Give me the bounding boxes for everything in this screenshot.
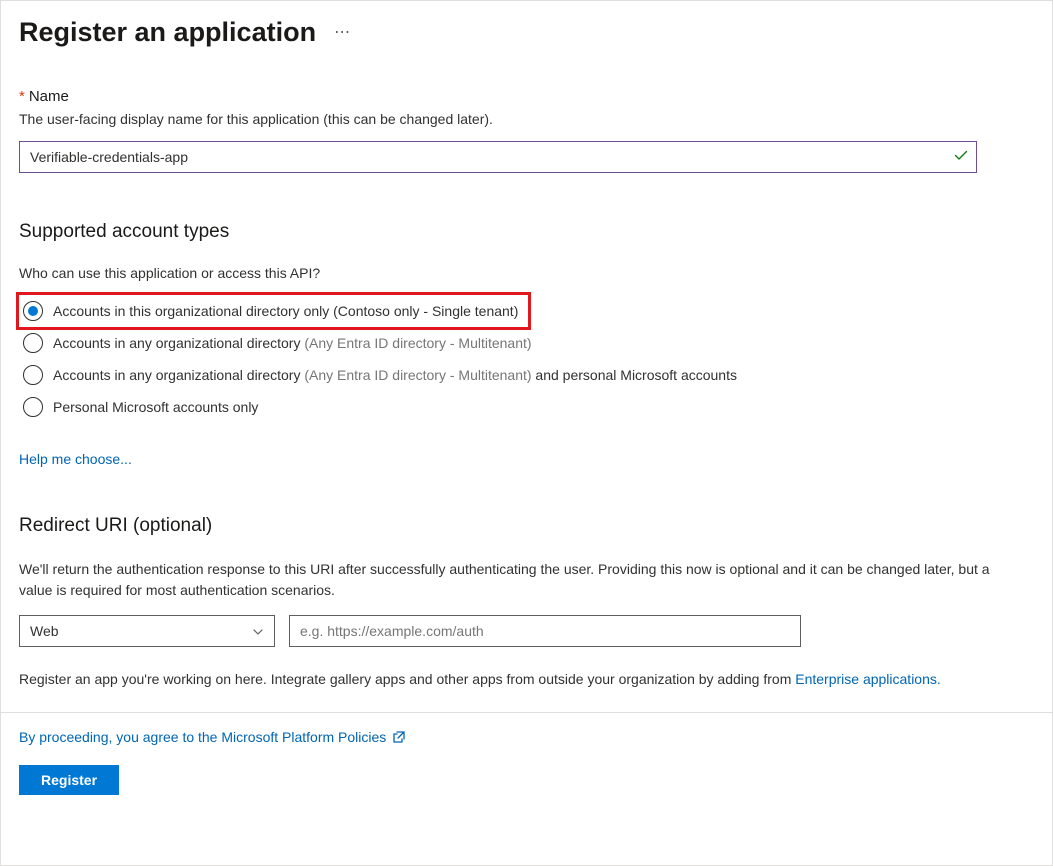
name-input[interactable] [19, 141, 977, 173]
radio-icon[interactable] [23, 365, 43, 385]
footer-note-prefix: Register an app you're working on here. … [19, 671, 795, 687]
chevron-down-icon [252, 625, 264, 637]
redirect-uri-input[interactable] [289, 615, 801, 647]
platform-select[interactable]: Web [19, 615, 275, 647]
account-types-sub: Who can use this application or access t… [19, 265, 1034, 281]
radio-label: Personal Microsoft accounts only [53, 398, 258, 416]
radio-icon[interactable] [23, 397, 43, 417]
redirect-uri-description: We'll return the authentication response… [19, 559, 999, 601]
radio-icon[interactable] [23, 301, 43, 321]
more-icon[interactable]: ⋯ [330, 21, 355, 45]
name-label-text: Name [29, 88, 69, 105]
account-type-option-0[interactable]: Accounts in this organizational director… [19, 295, 528, 327]
account-type-option-1[interactable]: Accounts in any organizational directory… [19, 327, 1034, 359]
radio-label: Accounts in this organizational director… [53, 302, 518, 320]
account-type-option-2[interactable]: Accounts in any organizational directory… [19, 359, 1034, 391]
required-star-icon: * [19, 88, 25, 105]
register-button[interactable]: Register [19, 765, 119, 795]
footer-separator [1, 712, 1052, 713]
name-field-description: The user-facing display name for this ap… [19, 111, 1034, 127]
redirect-uri-heading: Redirect URI (optional) [19, 515, 1034, 537]
help-me-choose-link[interactable]: Help me choose... [19, 451, 132, 467]
platform-policies-link[interactable]: By proceeding, you agree to the Microsof… [19, 729, 386, 745]
account-types-heading: Supported account types [19, 221, 1034, 243]
radio-icon[interactable] [23, 333, 43, 353]
account-type-option-3[interactable]: Personal Microsoft accounts only [19, 391, 1034, 423]
external-link-icon [392, 730, 406, 744]
platform-select-value: Web [30, 623, 252, 639]
page-title: Register an application [19, 17, 316, 48]
radio-label: Accounts in any organizational directory… [53, 334, 532, 352]
name-field-label: *Name [19, 88, 1034, 105]
account-types-radio-group: Accounts in this organizational director… [19, 295, 1034, 423]
enterprise-applications-link[interactable]: Enterprise applications. [795, 671, 941, 687]
footer-note: Register an app you're working on here. … [19, 669, 999, 690]
radio-label: Accounts in any organizational directory… [53, 366, 737, 384]
check-icon [953, 148, 969, 167]
